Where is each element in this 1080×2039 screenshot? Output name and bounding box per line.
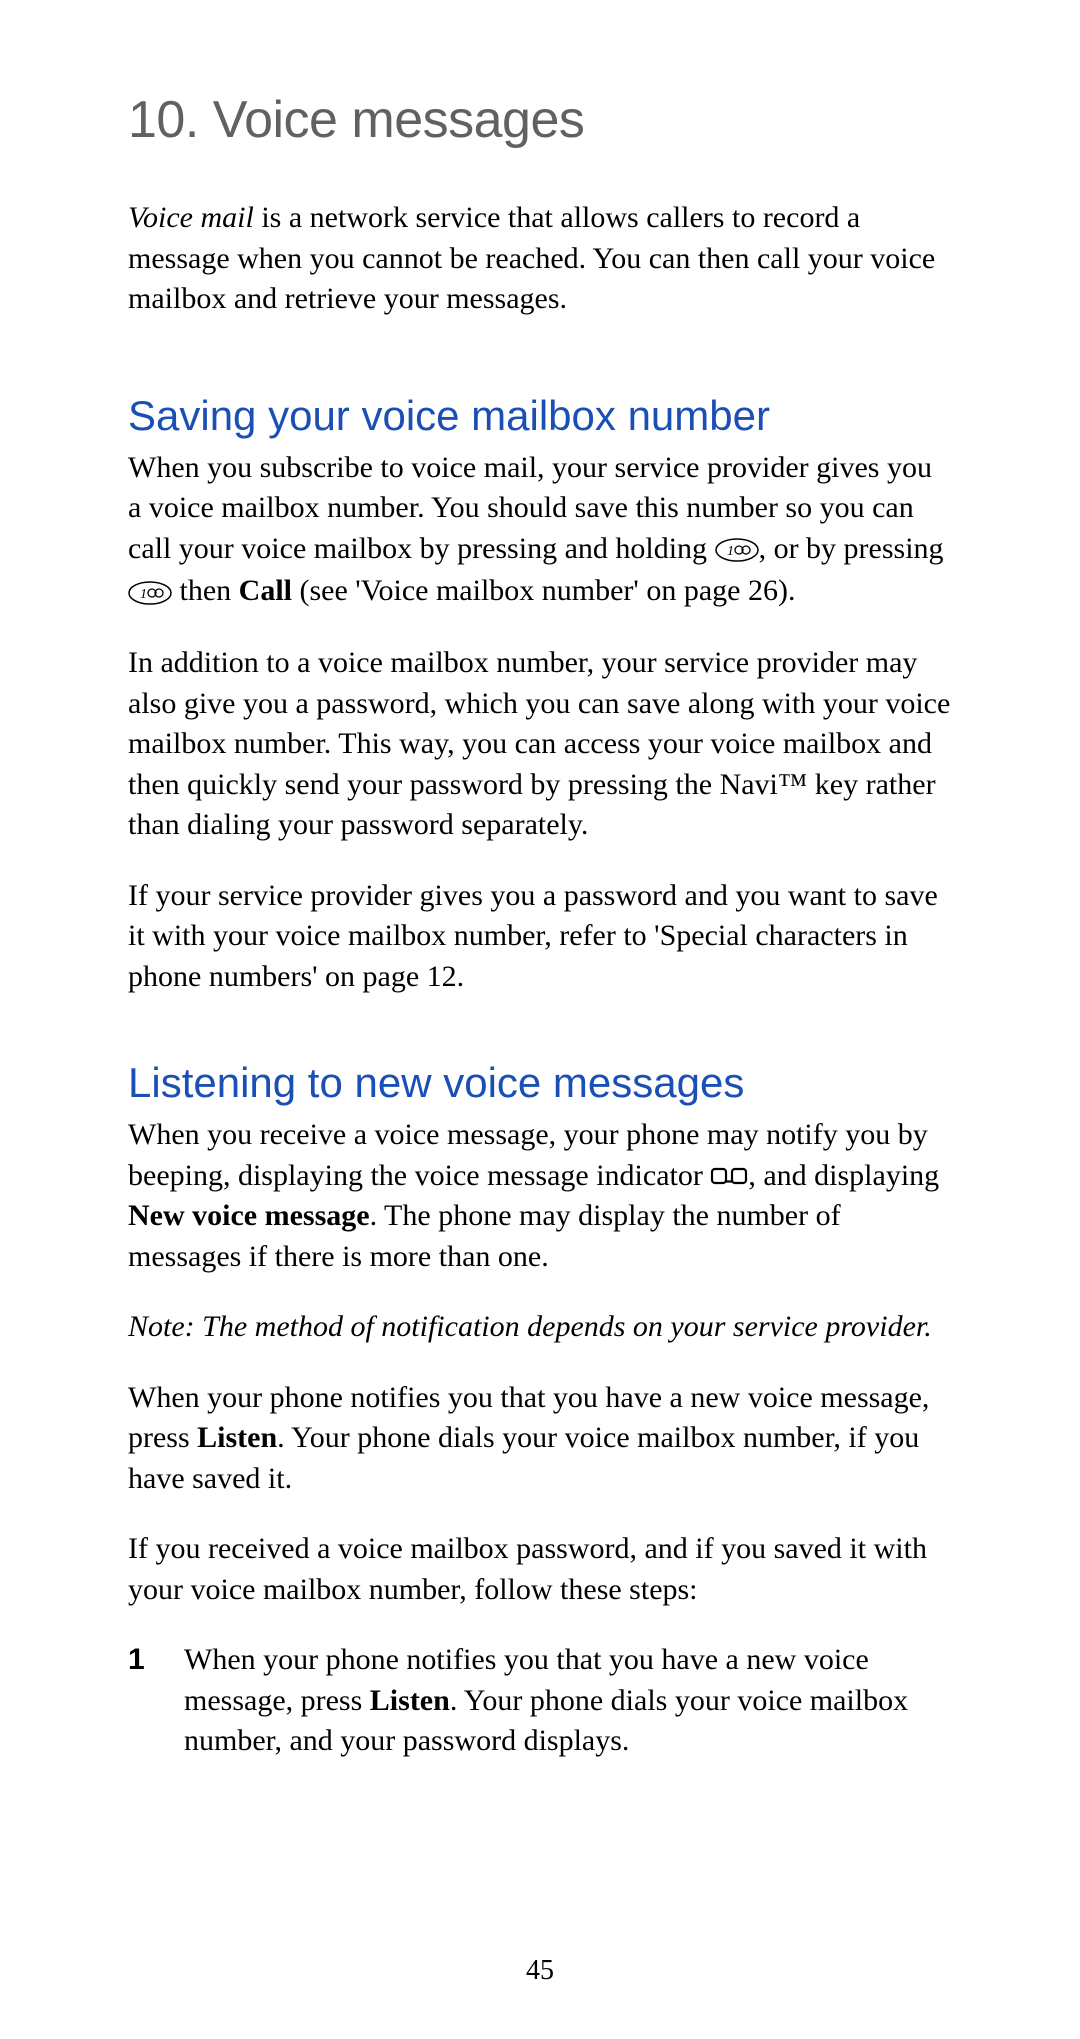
intro-paragraph: Voice mail is a network service that all… [128, 198, 952, 320]
section2-p2: When your phone notifies you that you ha… [128, 1378, 952, 1500]
key-1-icon: 1 [128, 573, 172, 614]
chapter-title: 10. Voice messages [128, 90, 952, 150]
svg-text:1: 1 [140, 587, 147, 602]
call-label: Call [239, 574, 292, 607]
section2-p3: If you received a voice mailbox password… [128, 1529, 952, 1610]
voicemail-indicator-icon [710, 1156, 748, 1197]
page-number: 45 [0, 1955, 1080, 1987]
body-text: (see 'Voice mailbox number' on page 26). [292, 574, 795, 607]
svg-text:1: 1 [727, 544, 734, 559]
chapter-title-text: Voice messages [213, 91, 585, 149]
chapter-number: 10. [128, 91, 199, 149]
section1-p2: In addition to a voice mailbox number, y… [128, 643, 952, 846]
new-voice-message-label: New voice message [128, 1199, 370, 1232]
steps-list: When your phone notifies you that you ha… [128, 1640, 952, 1762]
section2-note: Note: The method of notification depends… [128, 1307, 952, 1348]
key-1-icon: 1 [715, 530, 759, 571]
listen-label: Listen [197, 1421, 277, 1454]
listen-label: Listen [370, 1684, 450, 1717]
section1-p1: When you subscribe to voice mail, your s… [128, 448, 952, 614]
section1-p3: If your service provider gives you a pas… [128, 876, 952, 998]
section-title-listening: Listening to new voice messages [128, 1059, 952, 1107]
list-item: When your phone notifies you that you ha… [128, 1640, 952, 1762]
body-text: , and displaying [748, 1159, 939, 1192]
intro-emphasis: Voice mail [128, 201, 254, 234]
body-text: then [172, 574, 239, 607]
section2-p1: When you receive a voice message, your p… [128, 1115, 952, 1277]
body-text: , or by pressing [759, 532, 944, 565]
section-title-saving: Saving your voice mailbox number [128, 392, 952, 440]
